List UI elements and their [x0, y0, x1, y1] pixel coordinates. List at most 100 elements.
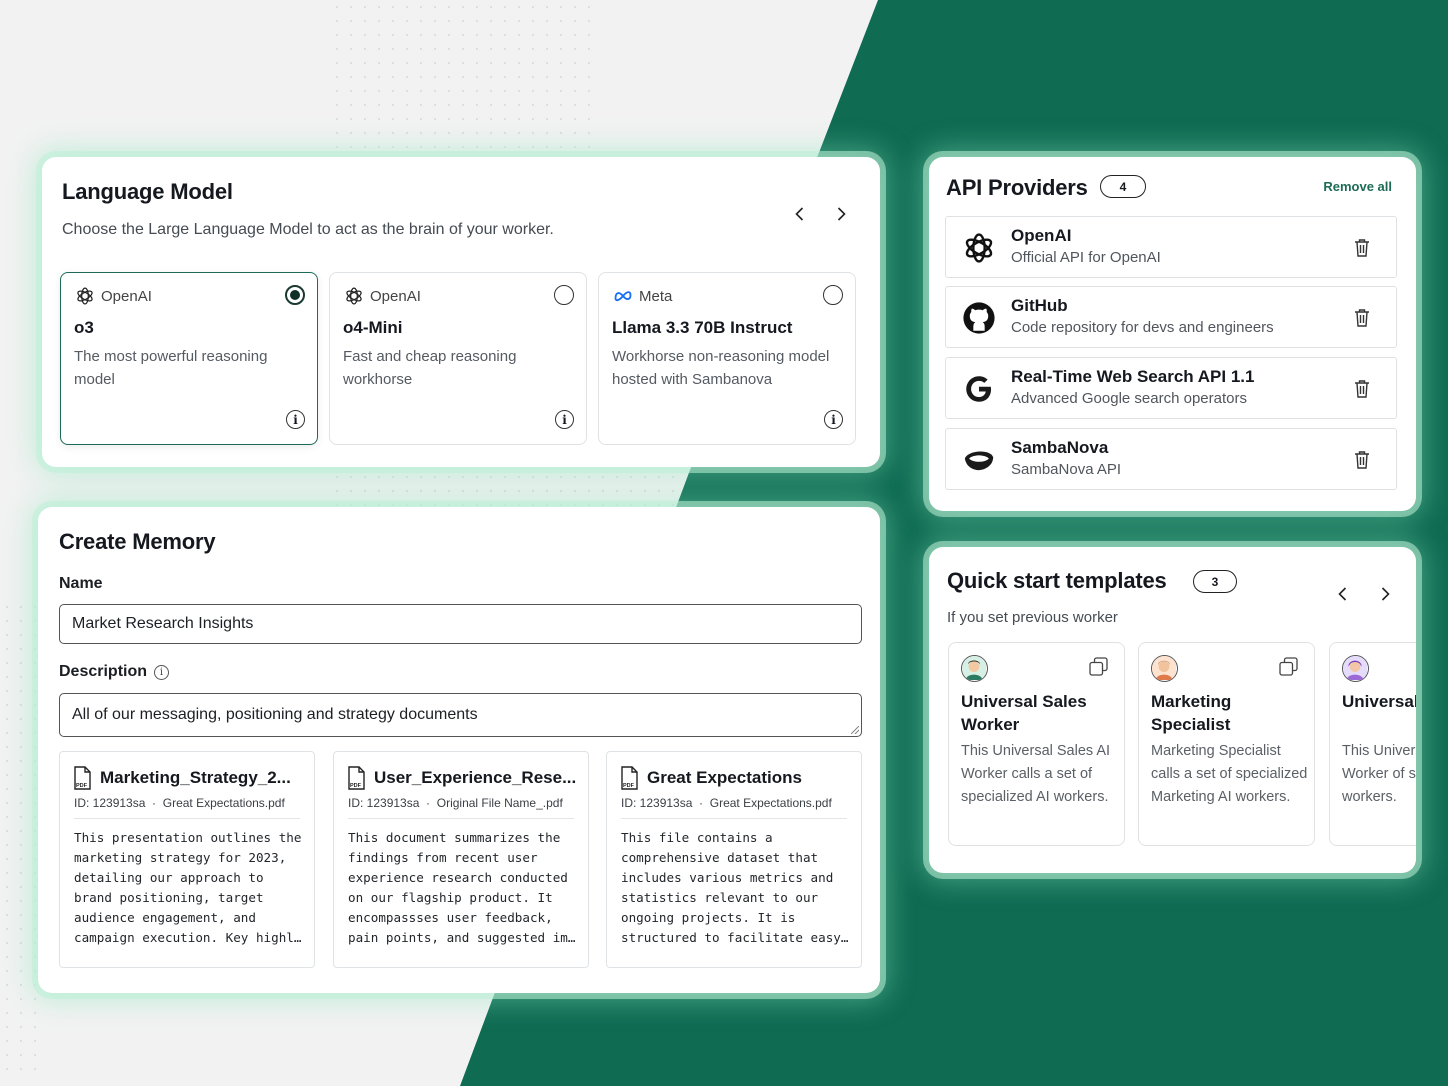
- template-card[interactable]: Universal Worker This Universal AI Worke…: [1329, 642, 1416, 846]
- provider-row-github[interactable]: GitHub Code repository for devs and engi…: [945, 286, 1397, 348]
- model-radio[interactable]: [285, 285, 305, 305]
- model-radio[interactable]: [554, 285, 574, 305]
- name-input[interactable]: Market Research Insights: [59, 604, 862, 644]
- provider-description: SambaNova API: [1011, 461, 1122, 478]
- document-meta: ID: 123913sa · Great Expectations.pdf: [621, 796, 832, 810]
- copy-icon[interactable]: [1279, 657, 1298, 676]
- provider-name: SambaNova: [1011, 438, 1109, 457]
- next-arrow-button[interactable]: [1373, 582, 1397, 606]
- avatar: [961, 655, 988, 682]
- svg-text:PDF: PDF: [76, 783, 88, 789]
- template-description: Marketing Specialist calls a set of spec…: [1151, 743, 1308, 805]
- trash-icon[interactable]: [1354, 450, 1370, 469]
- model-name: o3: [74, 318, 94, 337]
- chevron-right-icon: [837, 207, 846, 221]
- background-dots: [0, 600, 40, 1080]
- chevron-left-icon: [1338, 587, 1347, 601]
- trash-icon[interactable]: [1354, 308, 1370, 327]
- model-name: o4-Mini: [343, 318, 403, 337]
- svg-text:PDF: PDF: [350, 783, 362, 789]
- model-card-o4-mini[interactable]: OpenAI o4-Mini Fast and cheap reasoning …: [329, 272, 587, 445]
- panel-title: Quick start templates: [947, 568, 1167, 593]
- background-dots: [330, 470, 680, 510]
- description-textarea[interactable]: All of our messaging, positioning and st…: [59, 693, 862, 737]
- pdf-file-icon: PDF: [348, 766, 365, 790]
- resize-handle[interactable]: [851, 726, 859, 734]
- document-card[interactable]: PDF User_Experience_Rese... ID: 123913sa…: [333, 751, 589, 968]
- name-label: Name: [59, 575, 103, 592]
- document-summary: This presentation outlines the marketing…: [74, 830, 302, 945]
- google-icon: [966, 376, 992, 402]
- description-label-row: Description i: [59, 663, 170, 681]
- provider-description: Official API for OpenAI: [1011, 249, 1161, 266]
- model-description: Workhorse non-reasoning model hosted wit…: [612, 348, 830, 388]
- provider-name: GitHub: [1011, 296, 1068, 315]
- template-description: This Universal Sales AI Worker calls a s…: [961, 743, 1111, 805]
- document-title: PDF User_Experience_Rese...: [346, 766, 582, 790]
- pdf-file-icon: PDF: [74, 766, 91, 790]
- document-filename: Original File Name_.pdf: [436, 796, 563, 810]
- document-title-text: Great Expectations: [647, 768, 802, 787]
- info-icon[interactable]: i: [824, 410, 843, 429]
- trash-icon[interactable]: [1354, 379, 1370, 398]
- document-card[interactable]: PDF Marketing_Strategy_2... ID: 123913sa…: [59, 751, 315, 968]
- document-filename: Great Expectations.pdf: [709, 796, 832, 810]
- document-summary: This file contains a comprehensive datas…: [621, 830, 849, 945]
- info-icon[interactable]: i: [555, 410, 574, 429]
- template-card[interactable]: Marketing Specialist Marketing Specialis…: [1138, 642, 1315, 846]
- model-provider: OpenAI: [75, 286, 152, 306]
- provider-label: OpenAI: [101, 287, 152, 305]
- provider-row-openai[interactable]: OpenAI Official API for OpenAI: [945, 216, 1397, 278]
- model-name: Llama 3.3 70B Instruct: [612, 318, 793, 337]
- provider-row-sambanova[interactable]: SambaNova SambaNova API: [945, 428, 1397, 490]
- info-icon[interactable]: i: [154, 664, 170, 680]
- model-provider: Meta: [613, 286, 672, 306]
- panel-title: API Providers: [946, 175, 1088, 200]
- document-title-text: Marketing_Strategy_2...: [100, 768, 291, 787]
- provider-label: OpenAI: [370, 287, 421, 305]
- panel-title: Language Model: [62, 179, 233, 204]
- github-icon: [963, 302, 995, 334]
- template-description: This Universal AI Worker of specialized …: [1342, 743, 1416, 805]
- model-description: Fast and cheap reasoning workhorse: [343, 348, 517, 388]
- divider: [348, 818, 574, 819]
- provider-label: Meta: [639, 287, 673, 305]
- api-providers-panel: API Providers 4 Remove all OpenAI Offici…: [929, 157, 1416, 511]
- description-label: Description: [59, 663, 148, 680]
- template-name: Marketing Specialist: [1151, 692, 1232, 734]
- openai-icon: [77, 287, 93, 305]
- document-title-text: User_Experience_Rese...: [374, 768, 577, 787]
- model-card-o3[interactable]: OpenAI o3 The most powerful reasoning mo…: [60, 272, 318, 445]
- document-meta: ID: 123913sa · Great Expectations.pdf: [74, 796, 285, 810]
- document-card[interactable]: PDF Great Expectations ID: 123913sa · Gr…: [606, 751, 862, 968]
- panel-subtitle: If you set previous worker: [947, 609, 1118, 626]
- next-arrow-button[interactable]: [829, 202, 853, 226]
- chevron-left-icon: [795, 207, 804, 221]
- divider: [621, 818, 847, 819]
- copy-icon[interactable]: [1089, 657, 1108, 676]
- trash-icon[interactable]: [1354, 238, 1370, 257]
- pdf-file-icon: PDF: [621, 766, 638, 790]
- prev-arrow-button[interactable]: [788, 202, 812, 226]
- remove-all-button[interactable]: Remove all: [1323, 179, 1392, 194]
- template-name: Universal Sales Worker: [961, 692, 1087, 734]
- description-value: All of our messaging, positioning and st…: [72, 706, 478, 723]
- chevron-right-icon: [1381, 587, 1390, 601]
- openai-icon: [965, 233, 993, 263]
- prev-arrow-button[interactable]: [1331, 582, 1355, 606]
- quick-start-panel: Quick start templates 3 If you set previ…: [929, 547, 1416, 873]
- document-id: ID: 123913sa: [621, 796, 693, 810]
- document-filename: Great Expectations.pdf: [162, 796, 285, 810]
- template-card[interactable]: Universal Sales Worker This Universal Sa…: [948, 642, 1125, 846]
- create-memory-panel: Create Memory Name Market Research Insig…: [38, 507, 880, 993]
- document-title: PDF Great Expectations: [619, 766, 855, 790]
- language-model-panel: Language Model Choose the Large Language…: [42, 157, 880, 467]
- info-icon[interactable]: i: [286, 410, 305, 429]
- model-card-llama[interactable]: Meta Llama 3.3 70B Instruct Workhorse no…: [598, 272, 856, 445]
- model-radio[interactable]: [823, 285, 843, 305]
- provider-row-web-search[interactable]: Real-Time Web Search API 1.1 Advanced Go…: [945, 357, 1397, 419]
- provider-name: OpenAI: [1011, 226, 1072, 245]
- divider: [74, 818, 300, 819]
- document-title: PDF Marketing_Strategy_2...: [72, 766, 308, 790]
- provider-name: Real-Time Web Search API 1.1: [1011, 367, 1255, 386]
